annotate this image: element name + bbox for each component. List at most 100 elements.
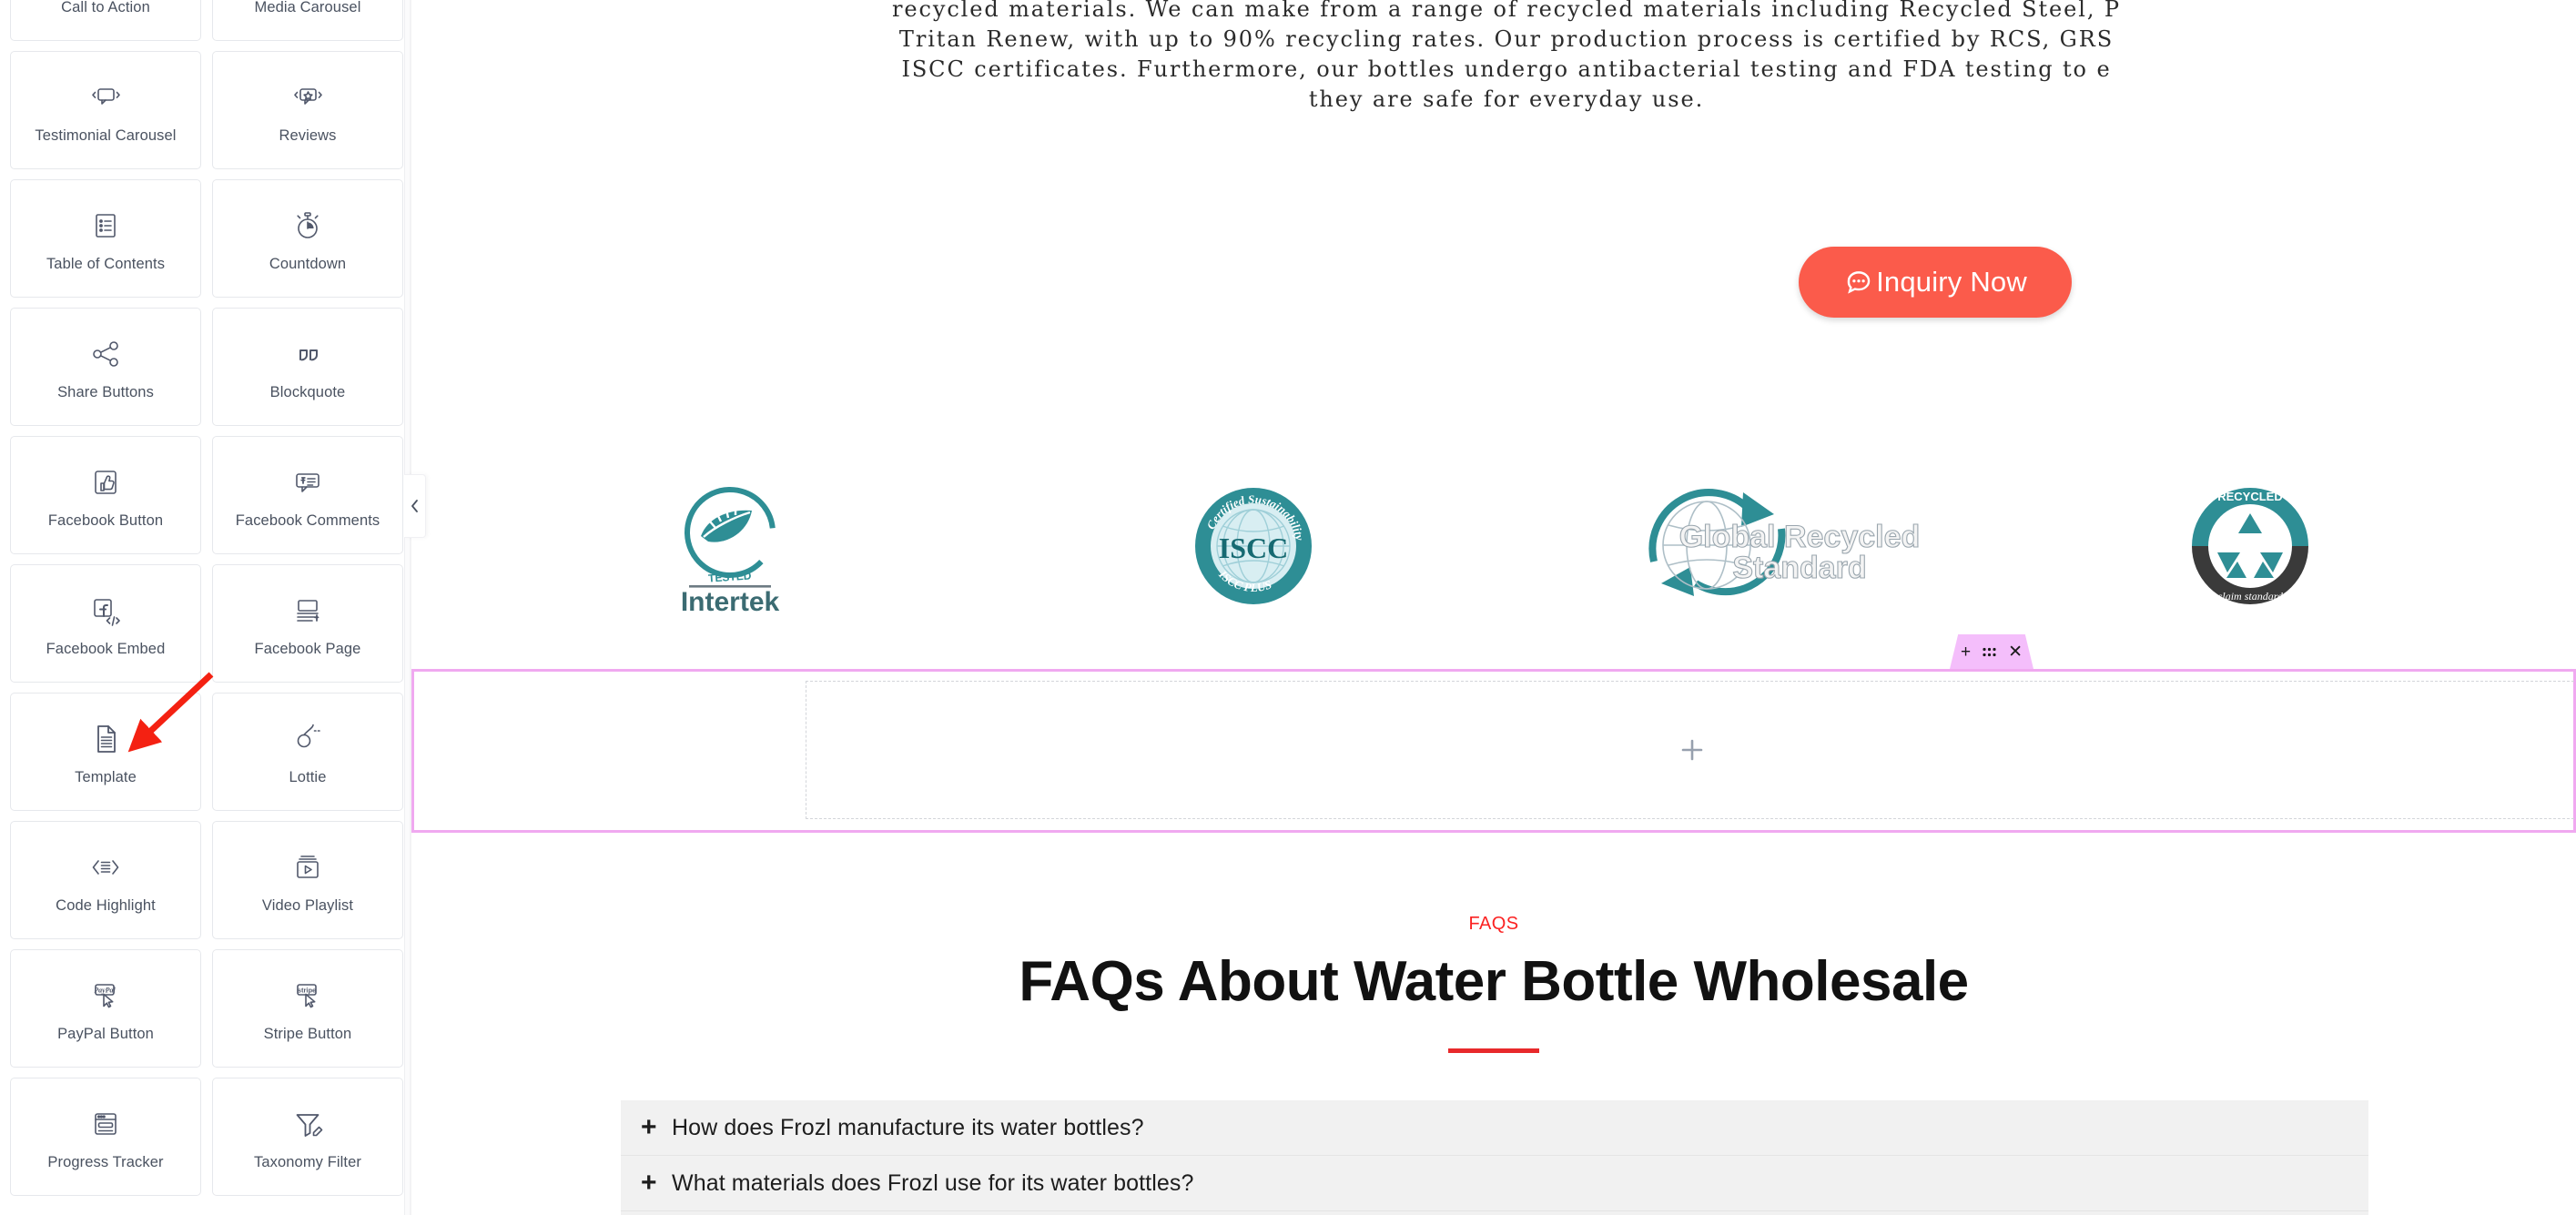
add-widget-plus-icon[interactable] — [1678, 736, 1706, 764]
inquiry-now-button[interactable]: Inquiry Now — [1799, 247, 2072, 318]
widget-card-label: Video Playlist — [261, 896, 354, 914]
svg-text:Global Recycled: Global Recycled — [1679, 520, 1921, 554]
intro-text-block: recycled materials. We can make from a r… — [411, 0, 2576, 115]
svg-text:Standard: Standard — [1732, 551, 1866, 585]
chevron-left-icon — [409, 498, 421, 514]
widget-card-countdown[interactable]: Countdown — [212, 179, 403, 298]
widget-card-facebook-embed[interactable]: Facebook Embed — [10, 564, 201, 683]
faq-toggle-plus-icon[interactable]: + — [641, 1169, 672, 1197]
countdown-stopwatch-icon — [291, 205, 324, 247]
widget-card-label: Table of Contents — [46, 255, 166, 272]
widget-card-blockquote[interactable]: Blockquote — [212, 308, 403, 426]
lottie-icon — [291, 718, 324, 760]
video-playlist-icon — [291, 846, 324, 888]
template-document-icon — [89, 718, 122, 760]
inquiry-now-label: Inquiry Now — [1876, 266, 2027, 298]
widget-card-code-highlight[interactable]: Code Highlight — [10, 821, 201, 939]
widget-card-table-of-contents[interactable]: Table of Contents — [10, 179, 201, 298]
intro-line-4: they are safe for everyday use. — [1308, 86, 1705, 112]
widget-card-label: PayPal Button — [57, 1025, 154, 1042]
empty-section-dropzone[interactable] — [806, 681, 2576, 819]
svg-text:ISCC: ISCC — [1218, 532, 1287, 564]
add-section-button[interactable]: + — [1961, 643, 1971, 661]
widget-card-taxonomy-filter[interactable]: Taxonomy Filter — [212, 1078, 403, 1196]
share-nodes-icon — [89, 333, 122, 375]
widget-card-testimonial-carousel[interactable]: Testimonial Carousel — [10, 51, 201, 169]
svg-text:PayPal: PayPal — [94, 986, 116, 994]
chat-bubble-icon — [1843, 267, 1874, 298]
widget-card-video-playlist[interactable]: Video Playlist — [212, 821, 403, 939]
intertek-leaf-icon: TESTED Intertek — [681, 487, 780, 614]
editor-screen: Call to Action Media Carousel Testimonial … — [0, 0, 2576, 1215]
faq-accordion-list: + How does Frozl manufacture its water b… — [621, 1100, 2368, 1215]
faq-accordion-item[interactable] — [621, 1211, 2368, 1215]
faq-question-text: How does Frozl manufacture its water bot… — [672, 1114, 1144, 1140]
svg-text:TESTED: TESTED — [708, 569, 753, 584]
widget-card-media-carousel[interactable]: Media Carousel — [212, 0, 403, 41]
faq-section: FAQS FAQs About Water Bottle Wholesale +… — [411, 837, 2576, 1215]
cert-logo-iscc: ISCC Certified Sustainability ISCC PLUS — [1049, 485, 1458, 608]
intro-line-1: recycled materials. We can make from a r… — [892, 0, 2121, 22]
faq-toggle-plus-icon[interactable]: + — [641, 1114, 672, 1141]
widget-card-lottie[interactable]: Lottie — [212, 693, 403, 811]
facebook-comments-icon — [291, 461, 324, 503]
widget-card-label: Facebook Button — [47, 511, 164, 529]
facebook-embed-icon — [89, 590, 122, 632]
widget-card-stripe-button[interactable]: stripe Stripe Button — [212, 949, 403, 1068]
faq-accordion-item[interactable]: + What materials does Frozl use for its … — [621, 1156, 2368, 1211]
paypal-button-icon: PayPal — [89, 975, 122, 1017]
cert-logo-intertek: TESTED Intertek — [411, 478, 1049, 614]
faq-heading: FAQs About Water Bottle Wholesale — [1019, 950, 1969, 1013]
widget-card-label: Countdown — [269, 255, 347, 272]
widget-library-panel: Call to Action Media Carousel Testimonial … — [0, 0, 410, 1215]
widget-card-progress-tracker[interactable]: Progress Tracker — [10, 1078, 201, 1196]
svg-text:stripe: stripe — [298, 986, 316, 994]
widget-card-label: Testimonial Carousel — [35, 127, 177, 144]
widget-card-template[interactable]: Template — [10, 693, 201, 811]
widget-card-paypal-button[interactable]: PayPal PayPal Button — [10, 949, 201, 1068]
widget-card-label: Facebook Embed — [46, 640, 166, 657]
widget-card-label: Reviews — [279, 127, 337, 144]
svg-text:Intertek: Intertek — [681, 587, 780, 614]
faq-question-text: What materials does Frozl use for its wa… — [672, 1169, 1194, 1196]
widget-card-label: Call to Action — [61, 0, 150, 15]
taxonomy-filter-icon — [291, 1103, 324, 1145]
code-highlight-icon — [89, 846, 122, 888]
widget-card-label: Code Highlight — [56, 896, 156, 914]
svg-text:claim standard: claim standard — [2217, 590, 2284, 602]
widget-card-reviews[interactable]: Reviews — [212, 51, 403, 169]
widget-card-label: Facebook Comments — [235, 511, 380, 529]
widget-card-label: Share Buttons — [57, 383, 154, 400]
certification-logos-row: TESTED Intertek ISCC Certified Sustainab… — [411, 469, 2576, 623]
widget-card-facebook-button[interactable]: Facebook Button — [10, 436, 201, 554]
widget-card-facebook-comments[interactable]: Facebook Comments — [212, 436, 403, 554]
widget-card-facebook-page[interactable]: Facebook Page — [212, 564, 403, 683]
widget-card-label: Lottie — [289, 768, 327, 785]
svg-text:RECYCLED: RECYCLED — [2217, 490, 2283, 503]
faq-accordion-item[interactable]: + How does Frozl manufacture its water b… — [621, 1100, 2368, 1156]
widget-card-label: Taxonomy Filter — [254, 1153, 361, 1170]
table-of-contents-icon — [89, 205, 122, 247]
faq-eyebrow-label: FAQS — [1468, 914, 1519, 934]
close-section-button[interactable]: ✕ — [2008, 643, 2023, 661]
cert-logo-global-recycled-standard: Global Recycled Standard — [1458, 487, 2114, 605]
reviews-star-icon — [291, 76, 324, 118]
testimonial-carousel-icon — [89, 76, 122, 118]
widget-card-share-buttons[interactable]: Share Buttons — [10, 308, 201, 426]
intro-paragraph: recycled materials. We can make from a r… — [573, 0, 2439, 115]
section-toolbar: + ✕ — [1950, 634, 2033, 669]
intro-line-2: Tritan Renew, with up to 90% recycling r… — [898, 26, 2115, 52]
progress-tracker-icon — [89, 1103, 122, 1145]
widget-card-label: Stripe Button — [263, 1025, 352, 1042]
stripe-button-icon: stripe — [291, 975, 324, 1017]
collapse-panel-button[interactable] — [404, 474, 426, 538]
widget-card-label: Media Carousel — [254, 0, 361, 15]
widget-card-label: Template — [75, 768, 137, 785]
empty-section-container[interactable] — [411, 669, 2576, 833]
widget-card-call-to-action[interactable]: Call to Action — [10, 0, 201, 41]
widget-card-label: Progress Tracker — [47, 1153, 164, 1170]
blockquote-icon — [291, 333, 324, 375]
facebook-page-icon — [291, 590, 324, 632]
drag-section-handle[interactable] — [1982, 645, 1997, 659]
iscc-plus-seal-icon: ISCC Certified Sustainability ISCC PLUS — [1194, 487, 1312, 604]
